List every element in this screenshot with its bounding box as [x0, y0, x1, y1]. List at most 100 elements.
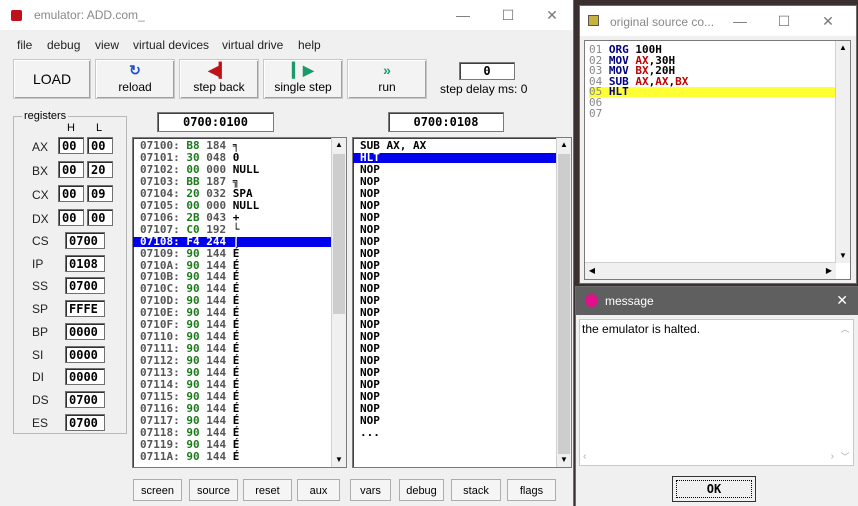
memory-scroll-thumb[interactable] — [333, 154, 345, 314]
disassembly-row[interactable]: NOP — [360, 343, 556, 354]
disassembly-row[interactable]: NOP — [360, 379, 556, 390]
minimize-icon[interactable]: — — [728, 12, 752, 30]
run-button[interactable]: » run — [347, 59, 427, 99]
disassembly-row[interactable]: NOP — [360, 224, 556, 235]
disassembly-row[interactable]: NOP — [360, 307, 556, 318]
memory-row[interactable]: 07117: 90 144 É — [140, 415, 239, 426]
source-button[interactable]: source — [189, 479, 238, 501]
disassembly-row[interactable]: NOP — [360, 176, 556, 187]
maximize-icon[interactable]: ☐ — [772, 12, 796, 30]
disassembly-row[interactable]: NOP — [360, 236, 556, 247]
register-bx-high[interactable]: 00 — [58, 161, 84, 178]
memory-row[interactable]: 07111: 90 144 É — [140, 343, 239, 354]
message-titlebar[interactable]: message ✕ — [576, 287, 858, 315]
menu-virtual-devices[interactable]: virtual devices — [133, 38, 209, 52]
debug-button[interactable]: debug — [399, 479, 444, 501]
close-icon[interactable]: ✕ — [816, 12, 840, 30]
disassembly-row[interactable]: NOP — [360, 403, 556, 414]
disassembly-row[interactable]: NOP — [360, 200, 556, 211]
load-button[interactable]: LOAD — [13, 59, 91, 99]
screen-button[interactable]: screen — [133, 479, 182, 501]
memory-row[interactable]: 07109: 90 144 É — [140, 248, 239, 259]
source-hscrollbar[interactable]: ◀ ▶ — [585, 262, 836, 279]
disassembly-row[interactable]: HLT — [353, 152, 556, 163]
register-cx-low[interactable]: 09 — [87, 185, 113, 202]
disassembly-row[interactable]: NOP — [360, 295, 556, 306]
memory-row[interactable]: 07100: B8 184 ╕ — [140, 140, 239, 151]
flags-button[interactable]: flags — [507, 479, 556, 501]
scroll-down-icon[interactable]: ▼ — [836, 249, 850, 263]
register-di-value[interactable]: 0000 — [65, 368, 105, 386]
memory-row[interactable]: 0710F: 90 144 É — [140, 319, 239, 330]
register-dx-high[interactable]: 00 — [58, 209, 84, 226]
disassembly-list[interactable]: SUB AX, AX HLT NOP NOP NOP NOP NOP NOP NOP NOP NOP… — [352, 137, 572, 468]
reset-button[interactable]: reset — [243, 479, 292, 501]
memory-row[interactable]: 07119: 90 144 É — [140, 439, 239, 450]
source-line[interactable]: 05 HLT — [589, 86, 835, 98]
reload-button[interactable]: ↻ reload — [95, 59, 175, 99]
step-back-button[interactable]: ◀▎ step back — [179, 59, 259, 99]
register-si-value[interactable]: 0000 — [65, 345, 105, 363]
source-vscrollbar[interactable]: ▲ ▼ — [835, 41, 850, 263]
disassembly-row[interactable]: NOP — [360, 415, 556, 426]
maximize-icon[interactable]: ☐ — [496, 6, 520, 24]
disassembly-row[interactable]: NOP — [360, 260, 556, 271]
message-scrollbar[interactable]: ︿ ﹀ — [837, 320, 853, 465]
disassembly-row[interactable]: NOP — [360, 367, 556, 378]
close-icon[interactable]: ✕ — [540, 6, 564, 24]
memory-row[interactable]: 07103: BB 187 ╗ — [140, 176, 239, 187]
scroll-right-icon[interactable]: › — [831, 451, 834, 462]
menu-view[interactable]: view — [95, 38, 119, 52]
step-delay-input[interactable]: 0 — [459, 62, 515, 80]
message-text-area[interactable]: the emulator is halted. ︿ ﹀ ‹ › — [579, 319, 854, 466]
menu-debug[interactable]: debug — [47, 38, 80, 52]
disassembly-row[interactable]: NOP — [360, 391, 556, 402]
single-step-button[interactable]: ▎▶ single step — [263, 59, 343, 99]
disassembly-scroll-thumb[interactable] — [558, 154, 570, 454]
memory-row[interactable]: 0710E: 90 144 É — [140, 307, 239, 318]
source-editor[interactable]: 01 ORG 100H 02 MOV AX,30H 03 MOV BX,20H 04 … — [584, 40, 851, 280]
scroll-down-icon[interactable]: ﹀ — [837, 450, 853, 463]
scroll-left-icon[interactable]: ‹ — [583, 451, 586, 462]
scroll-up-icon[interactable]: ▲ — [557, 138, 571, 152]
minimize-icon[interactable]: — — [451, 6, 475, 24]
disassembly-row[interactable]: SUB AX, AX — [360, 140, 556, 151]
source-titlebar[interactable]: original source co... — ☐ ✕ — [580, 6, 856, 36]
scroll-right-icon[interactable]: ▶ — [822, 263, 836, 279]
memory-row[interactable]: 07112: 90 144 É — [140, 355, 239, 366]
disassembly-row[interactable]: NOP — [360, 355, 556, 366]
message-hscrollbar[interactable]: ‹ › — [580, 451, 837, 465]
source-line[interactable]: 06 — [589, 97, 835, 108]
disassembly-row[interactable]: NOP — [360, 331, 556, 342]
memory-row[interactable]: 0710A: 90 144 É — [140, 260, 239, 271]
memory-row[interactable]: 07102: 00 000 NULL — [140, 164, 259, 175]
register-ax-low[interactable]: 00 — [87, 137, 113, 154]
scroll-left-icon[interactable]: ◀ — [585, 263, 599, 279]
scroll-up-icon[interactable]: ▲ — [332, 138, 346, 152]
emulator-titlebar[interactable]: emulator: ADD.com_ — ☐ ✕ — [0, 0, 573, 30]
memory-row[interactable]: 07107: C0 192 └ — [140, 224, 239, 235]
vars-button[interactable]: vars — [350, 479, 391, 501]
disassembly-row[interactable]: NOP — [360, 283, 556, 294]
memory-row[interactable]: 07106: 2B 043 + — [140, 212, 239, 223]
stack-button[interactable]: stack — [451, 479, 501, 501]
memory-row[interactable]: 0710C: 90 144 É — [140, 283, 239, 294]
scroll-up-icon[interactable]: ▲ — [836, 41, 850, 55]
memory-row[interactable]: 07114: 90 144 É — [140, 379, 239, 390]
register-ax-high[interactable]: 00 — [58, 137, 84, 154]
memory-row[interactable]: 07108: F4 244 ⌠ — [133, 236, 346, 247]
register-cx-high[interactable]: 00 — [58, 185, 84, 202]
disassembly-row[interactable]: NOP — [360, 212, 556, 223]
menu-file[interactable]: file — [17, 38, 32, 52]
ok-button[interactable]: OK — [672, 476, 756, 502]
register-es-value[interactable]: 0700 — [65, 413, 105, 431]
scroll-down-icon[interactable]: ▼ — [557, 453, 571, 467]
menu-help[interactable]: help — [298, 38, 321, 52]
register-dx-low[interactable]: 00 — [87, 209, 113, 226]
register-sp-value[interactable]: FFFE — [65, 300, 105, 318]
source-line[interactable]: 07 — [589, 108, 835, 119]
memory-address-input[interactable]: 0700:0100 — [157, 112, 274, 132]
register-ds-value[interactable]: 0700 — [65, 390, 105, 408]
disassembly-scrollbar[interactable]: ▲ ▼ — [556, 138, 571, 467]
close-icon[interactable]: ✕ — [836, 292, 848, 309]
